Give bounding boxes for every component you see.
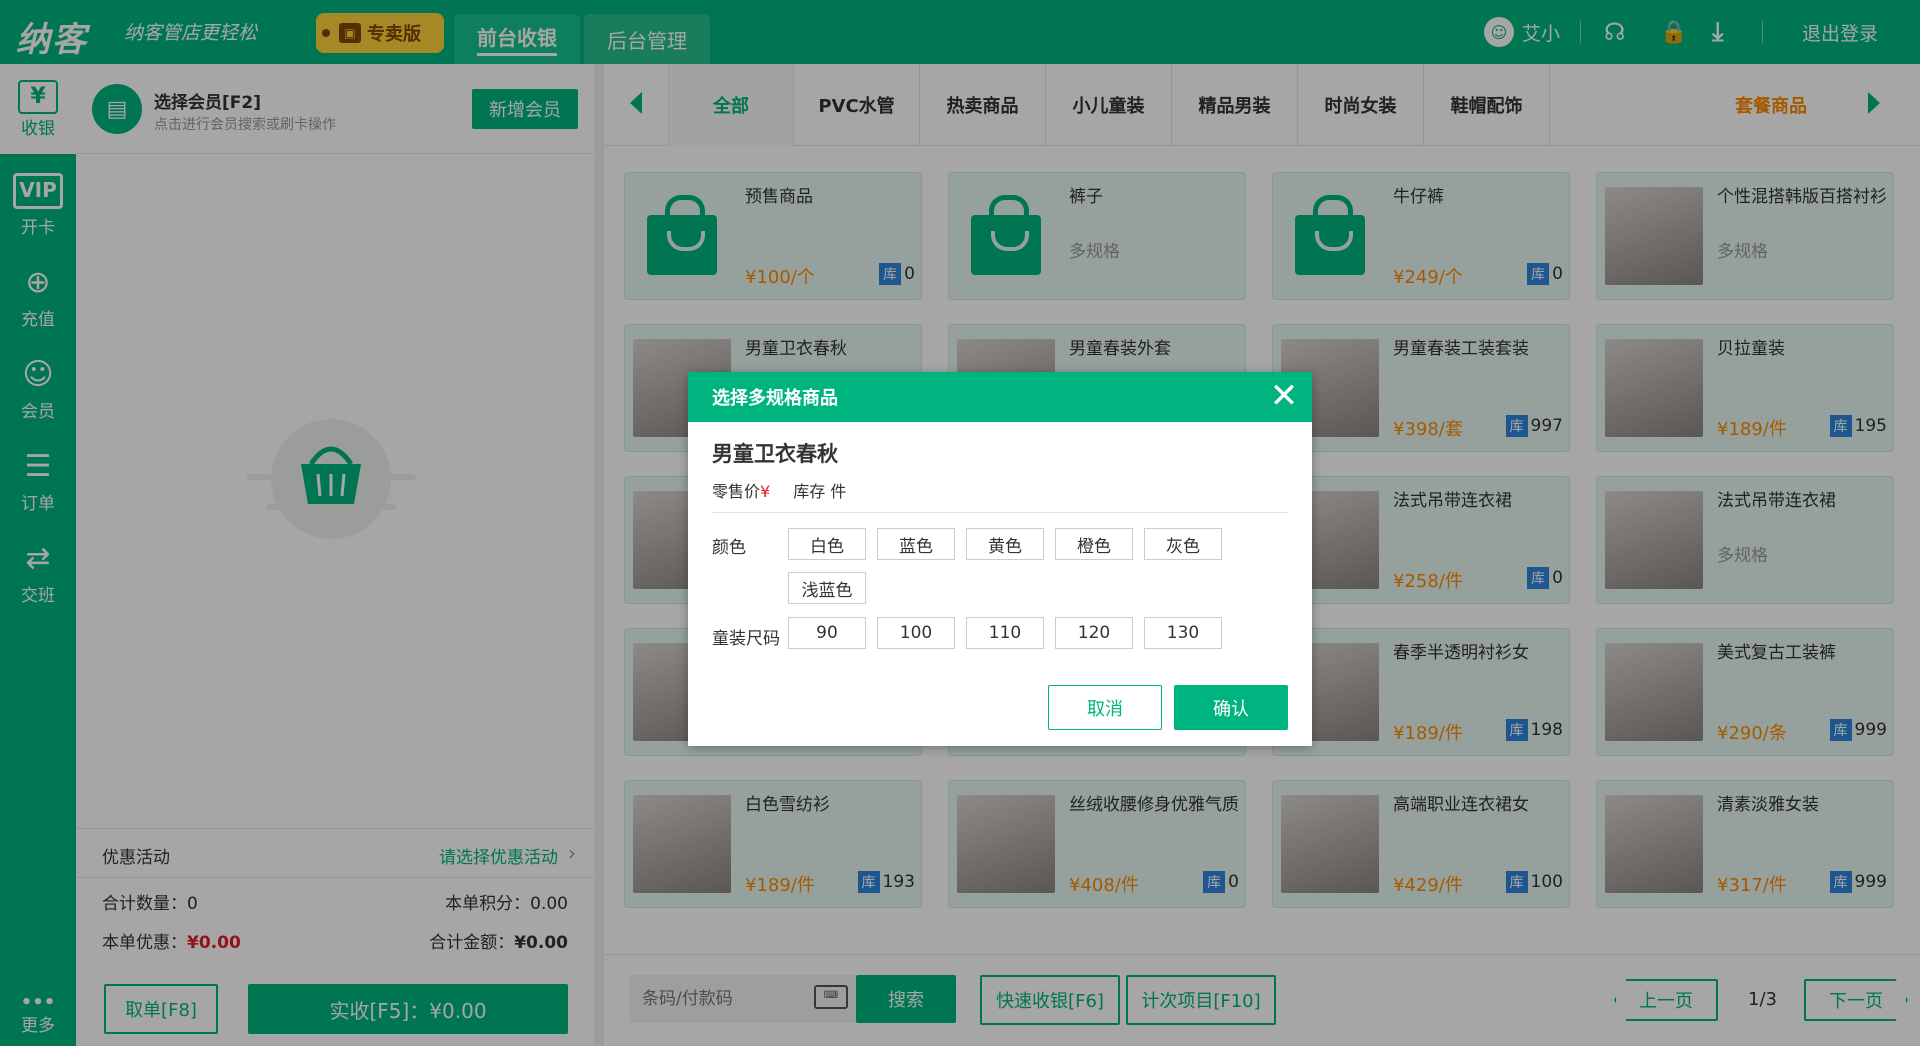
color-option[interactable]: 白色 xyxy=(788,528,866,560)
modal-product-name: 男童卫衣春秋 xyxy=(712,442,838,466)
size-label: 童装尺码 xyxy=(712,629,780,649)
size-option[interactable]: 100 xyxy=(877,617,955,649)
color-label: 颜色 xyxy=(712,538,746,558)
size-option[interactable]: 120 xyxy=(1055,617,1133,649)
color-option[interactable]: 橙色 xyxy=(1055,528,1133,560)
spec-select-modal: 选择多规格商品 ✕ 男童卫衣春秋 零售价¥ 库存 件 颜色 童装尺码 取消 确认… xyxy=(688,372,1312,746)
stock-label: 库存 件 xyxy=(793,482,847,501)
color-option[interactable]: 黄色 xyxy=(966,528,1044,560)
divider xyxy=(712,512,1288,513)
close-icon[interactable]: ✕ xyxy=(1266,378,1302,414)
size-option[interactable]: 110 xyxy=(966,617,1044,649)
color-option[interactable]: 浅蓝色 xyxy=(788,572,866,604)
cancel-button[interactable]: 取消 xyxy=(1048,685,1162,730)
modal-title: 选择多规格商品 xyxy=(688,372,1312,422)
color-option[interactable]: 蓝色 xyxy=(877,528,955,560)
size-option[interactable]: 90 xyxy=(788,617,866,649)
retail-price-label: 零售价 xyxy=(712,482,761,501)
color-option[interactable]: 灰色 xyxy=(1144,528,1222,560)
confirm-button[interactable]: 确认 xyxy=(1174,685,1288,730)
retail-price-currency: ¥ xyxy=(760,482,771,501)
size-option[interactable]: 130 xyxy=(1144,617,1222,649)
